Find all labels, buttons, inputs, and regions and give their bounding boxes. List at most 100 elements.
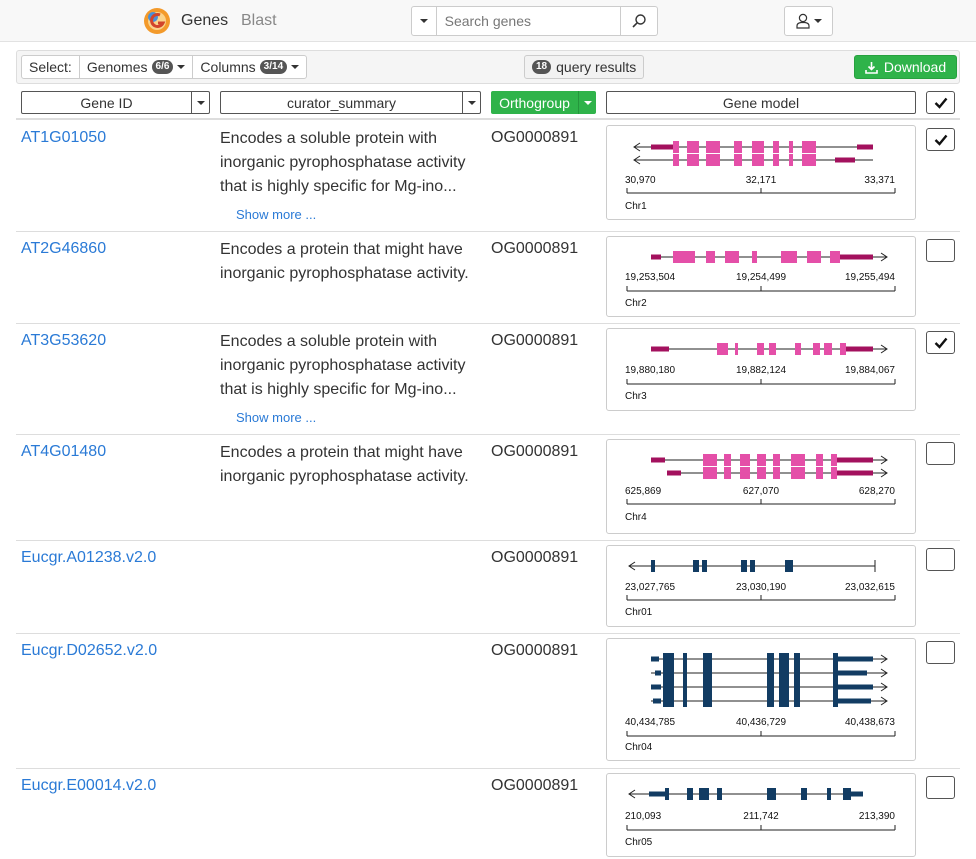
chromosome-label: Chr04	[625, 742, 653, 753]
checkmark-icon	[934, 134, 947, 146]
gene-id-sort-dropdown[interactable]	[191, 92, 209, 113]
download-label: Download	[883, 59, 947, 75]
caret-down-icon	[583, 100, 592, 105]
search-group	[411, 6, 658, 36]
checkmark-icon	[934, 337, 947, 349]
select-all-checkbox[interactable]	[926, 91, 955, 114]
gene-id-link[interactable]: AT4G01480	[21, 443, 106, 461]
curator-summary-text: Encodes a protein that might have inorga…	[220, 444, 469, 485]
table-row: Eucgr.E00014.v2.0 OG0000891 210,093 211,…	[16, 769, 960, 859]
chromosome-label: Chr3	[625, 391, 647, 402]
gene-id-link[interactable]: Eucgr.D02652.v2.0	[21, 642, 157, 660]
gene-model-viewer[interactable]: 625,869 627,070 628,270 Chr4	[606, 439, 916, 534]
results-label: query results	[556, 59, 637, 75]
toolbar: Select: Genomes 6/6 Columns 3/14 18 quer…	[16, 50, 960, 84]
orthogroup-value[interactable]: OG0000891	[491, 443, 578, 461]
gene-model-viewer[interactable]: 30,970 32,171 33,371 Chr1	[606, 125, 916, 220]
row-checkbox[interactable]	[926, 548, 955, 571]
axis-tick-label: 211,742	[743, 811, 779, 822]
gene-id-link[interactable]: AT3G53620	[21, 332, 106, 350]
user-icon	[795, 13, 810, 29]
genomes-dropdown[interactable]: Genomes 6/6	[78, 56, 193, 78]
nav-genes-link[interactable]: Genes	[181, 12, 228, 30]
orthogroup-value[interactable]: OG0000891	[491, 240, 578, 258]
caret-down-icon	[177, 65, 186, 69]
gene-model-viewer[interactable]: 23,027,765 23,030,190 23,032,615 Chr01	[606, 545, 916, 627]
axis-tick-label: 40,436,729	[736, 717, 786, 728]
caret-down-icon	[419, 19, 428, 23]
gene-id-link[interactable]: AT2G46860	[21, 240, 106, 258]
table-row: AT3G53620 Encodes a soluble protein with…	[16, 324, 960, 435]
download-button[interactable]: Download	[854, 55, 957, 79]
row-checkbox[interactable]	[926, 776, 955, 799]
select-label: Select:	[29, 59, 72, 75]
axis-tick-label: 33,371	[864, 175, 895, 186]
genomes-badge: 6/6	[151, 60, 174, 74]
gene-model-column-header[interactable]: Gene model	[606, 91, 916, 114]
table-row: AT2G46860 Encodes a protein that might h…	[16, 232, 960, 324]
search-options-dropdown[interactable]	[411, 6, 437, 36]
table-row: AT4G01480 Encodes a protein that might h…	[16, 435, 960, 541]
axis-tick-label: 23,030,190	[736, 582, 786, 593]
curator-summary-header-label: curator_summary	[287, 94, 396, 111]
orthogroup-header-label: Orthogroup	[499, 94, 570, 111]
search-input[interactable]	[436, 6, 621, 36]
caret-down-icon	[196, 100, 205, 105]
row-checkbox[interactable]	[926, 331, 955, 354]
orthogroup-dropdown[interactable]	[578, 91, 596, 114]
axis-tick-label: 19,884,067	[845, 365, 895, 376]
gene-id-link[interactable]: Eucgr.A01238.v2.0	[21, 549, 156, 567]
checkmark-icon	[934, 97, 947, 109]
search-icon	[632, 14, 646, 28]
user-menu-button[interactable]	[784, 6, 833, 36]
gene-model-svg: 19,253,504 19,254,499 19,255,494 Chr2	[625, 251, 896, 309]
columns-label: Columns	[200, 59, 256, 75]
query-results-count: 18 query results	[524, 55, 645, 79]
gene-model-viewer[interactable]: 19,253,504 19,254,499 19,255,494 Chr2	[606, 236, 916, 317]
curator-summary-dropdown[interactable]	[462, 92, 480, 113]
curator-summary-column-header[interactable]: curator_summary	[220, 91, 481, 114]
axis-tick-label: 19,880,180	[625, 365, 675, 376]
row-checkbox[interactable]	[926, 239, 955, 262]
gene-id-link[interactable]: Eucgr.E00014.v2.0	[21, 777, 156, 795]
axis-tick-label: 625,869	[625, 486, 662, 497]
axis-tick-label: 19,882,124	[736, 365, 786, 376]
search-button[interactable]	[620, 6, 658, 36]
orthogroup-column-header[interactable]: Orthogroup	[491, 91, 596, 114]
gene-model-viewer[interactable]: 210,093 211,742 213,390 Chr05	[606, 773, 916, 857]
caret-down-icon	[291, 65, 300, 69]
genomes-label: Genomes	[86, 59, 148, 75]
nav-blast-link[interactable]: Blast	[241, 12, 277, 30]
curator-summary-text: Encodes a soluble protein with inorganic…	[220, 130, 466, 195]
orthogroup-value[interactable]: OG0000891	[491, 549, 578, 567]
orthogroup-value[interactable]: OG0000891	[491, 129, 578, 147]
orthogroup-value[interactable]: OG0000891	[491, 332, 578, 350]
gene-id-column-header[interactable]: Gene ID	[21, 91, 210, 114]
row-checkbox[interactable]	[926, 641, 955, 664]
row-checkbox[interactable]	[926, 442, 955, 465]
gene-model-viewer[interactable]: 19,880,180 19,882,124 19,884,067 Chr3	[606, 328, 916, 411]
axis-tick-label: 19,254,499	[736, 272, 786, 283]
orthogroup-value[interactable]: OG0000891	[491, 777, 578, 795]
chromosome-label: Chr05	[625, 837, 653, 848]
table-row: Eucgr.D02652.v2.0 OG0000891 40,434,785 4…	[16, 634, 960, 769]
axis-tick-label: 19,253,504	[625, 272, 675, 283]
show-more-link[interactable]: Show more ...	[236, 410, 316, 425]
gene-id-header-label: Gene ID	[80, 94, 133, 111]
row-checkbox[interactable]	[926, 128, 955, 151]
chromosome-label: Chr1	[625, 201, 647, 212]
gene-id-link[interactable]: AT1G01050	[21, 129, 106, 147]
show-more-link[interactable]: Show more ...	[236, 207, 316, 222]
orthogroup-value[interactable]: OG0000891	[491, 642, 578, 660]
gene-model-svg: 19,880,180 19,882,124 19,884,067 Chr3	[625, 343, 896, 402]
columns-dropdown[interactable]: Columns 3/14	[192, 56, 306, 78]
gene-model-svg: 30,970 32,171 33,371 Chr1	[625, 141, 896, 212]
axis-tick-label: 213,390	[859, 811, 896, 822]
chromosome-label: Chr01	[625, 607, 653, 618]
gene-model-svg: 625,869 627,070 628,270 Chr4	[625, 454, 896, 523]
axis-tick-label: 627,070	[743, 486, 780, 497]
genenotebook-logo-icon[interactable]	[143, 7, 171, 35]
gene-model-viewer[interactable]: 40,434,785 40,436,729 40,438,673 Chr04	[606, 638, 916, 761]
navbar: Genes Blast	[0, 0, 976, 42]
chromosome-label: Chr4	[625, 512, 647, 523]
